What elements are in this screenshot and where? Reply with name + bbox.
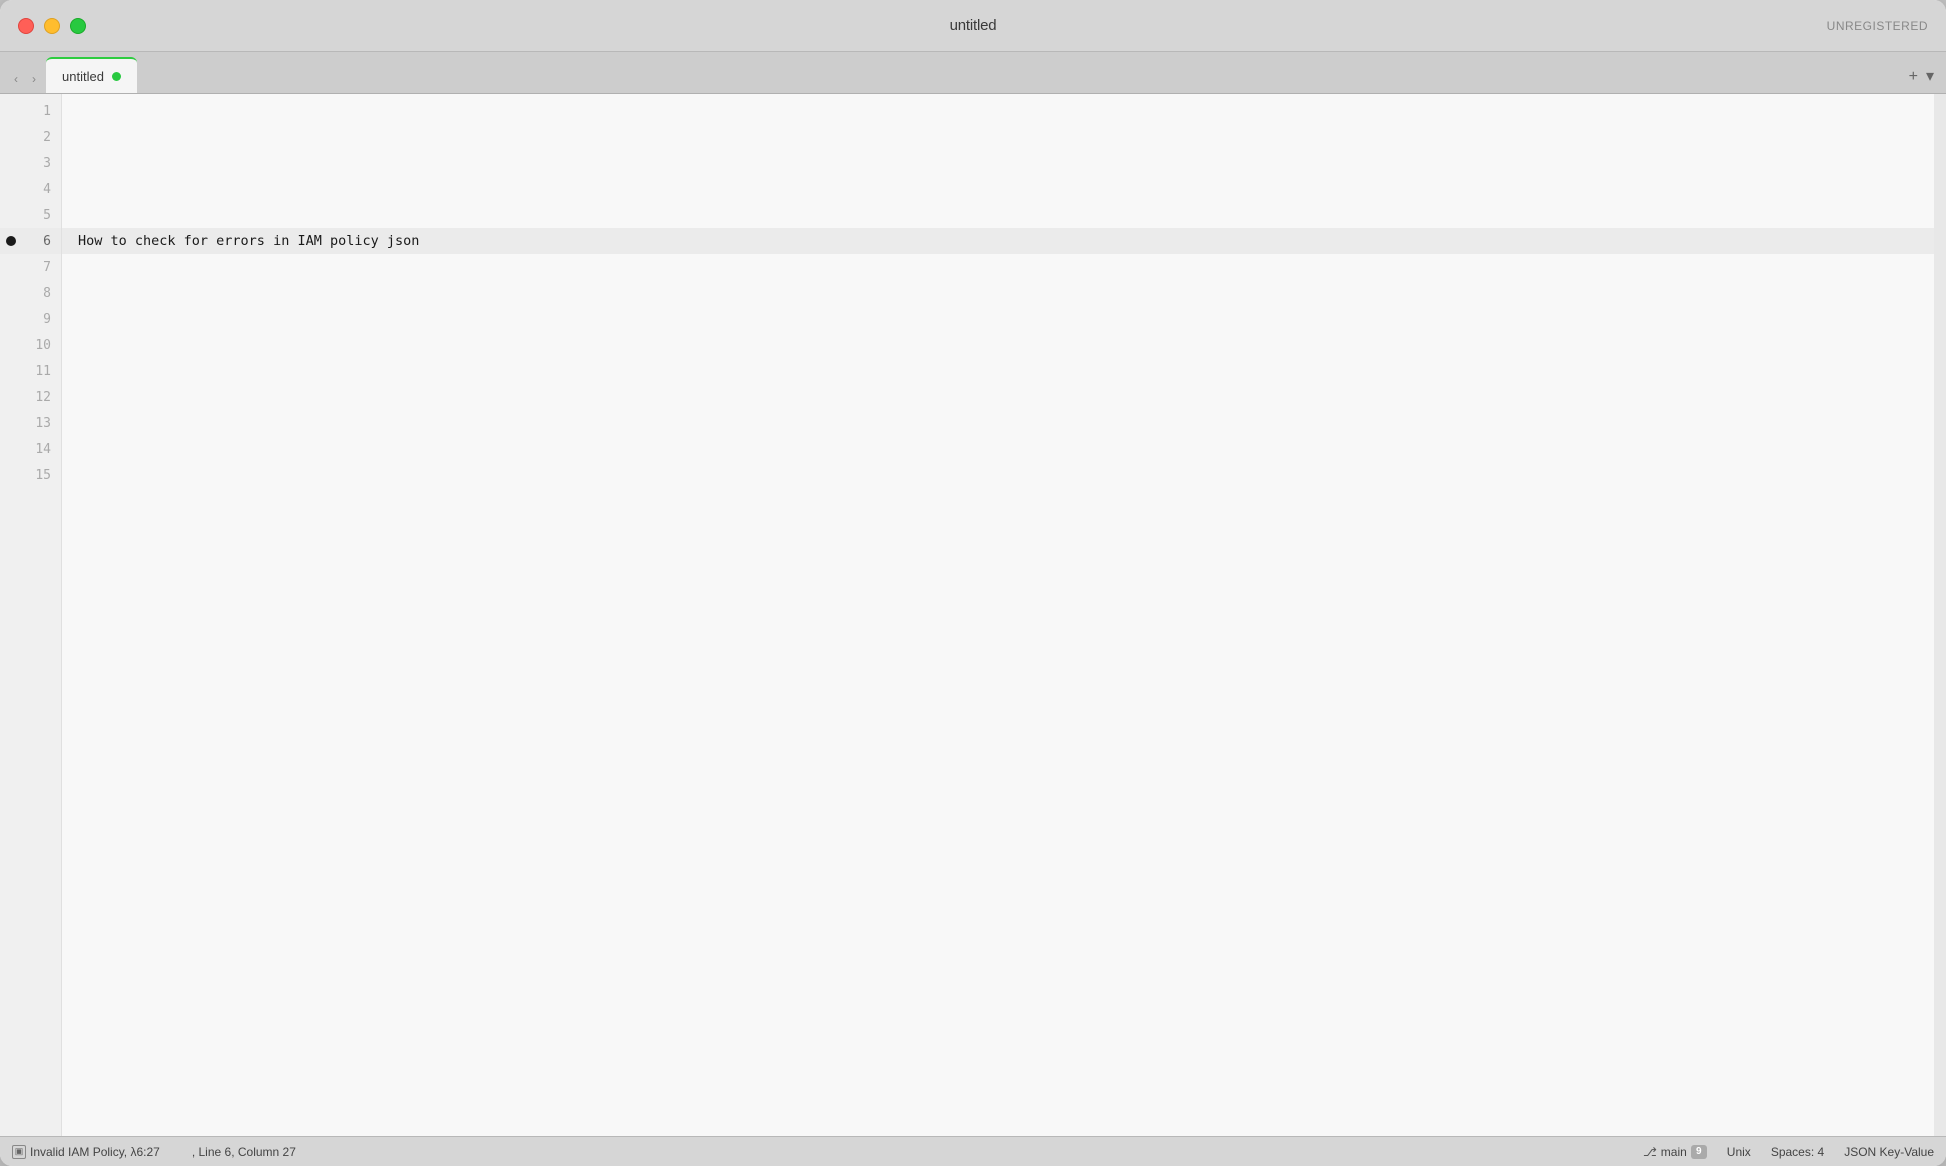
line-number-8: 8 bbox=[0, 286, 61, 301]
code-line-14[interactable] bbox=[62, 436, 1934, 462]
gutter-row-15: 15 bbox=[0, 462, 61, 488]
line-number-2: 2 bbox=[0, 130, 61, 145]
gutter-row-4: 4 bbox=[0, 176, 61, 202]
code-line-9[interactable] bbox=[62, 306, 1934, 332]
line-number-15: 15 bbox=[0, 468, 61, 483]
tab-label: untitled bbox=[62, 69, 104, 84]
code-line-15[interactable] bbox=[62, 462, 1934, 488]
error-icon: ▣ bbox=[12, 1145, 26, 1159]
tab-nav-arrows: ‹ › bbox=[8, 71, 42, 87]
title-bar: untitled UNREGISTERED bbox=[0, 0, 1946, 52]
minimize-button[interactable] bbox=[44, 18, 60, 34]
gutter-row-3: 3 bbox=[0, 150, 61, 176]
line-number-7: 7 bbox=[0, 260, 61, 275]
code-line-12[interactable] bbox=[62, 384, 1934, 410]
gutter-row-6: 6 bbox=[0, 228, 61, 254]
tab-dropdown-button[interactable]: ▾ bbox=[1926, 69, 1934, 85]
code-editor[interactable]: How to check for errors in IAM policy js… bbox=[62, 94, 1934, 1136]
branch-icon: ⎇ bbox=[1643, 1145, 1657, 1159]
gutter-row-14: 14 bbox=[0, 436, 61, 462]
code-line-2[interactable] bbox=[62, 124, 1934, 150]
gutter-row-2: 2 bbox=[0, 124, 61, 150]
code-line-3[interactable] bbox=[62, 150, 1934, 176]
gutter-row-12: 12 bbox=[0, 384, 61, 410]
line-number-10: 10 bbox=[0, 338, 61, 353]
gutter-row-13: 13 bbox=[0, 410, 61, 436]
line-number-5: 5 bbox=[0, 208, 61, 223]
line-number-14: 14 bbox=[0, 442, 61, 457]
gutter-row-1: 1 bbox=[0, 98, 61, 124]
code-line-13[interactable] bbox=[62, 410, 1934, 436]
main-window: untitled UNREGISTERED ‹ › untitled + ▾ 1… bbox=[0, 0, 1946, 1166]
tab-next-arrow[interactable]: › bbox=[26, 71, 42, 87]
code-line-4[interactable] bbox=[62, 176, 1934, 202]
branch-count: 9 bbox=[1691, 1145, 1707, 1159]
line-number-3: 3 bbox=[0, 156, 61, 171]
scrollbar-track[interactable] bbox=[1934, 94, 1946, 1136]
gutter-row-7: 7 bbox=[0, 254, 61, 280]
tab-bar: ‹ › untitled + ▾ bbox=[0, 52, 1946, 94]
unregistered-label: UNREGISTERED bbox=[1827, 19, 1928, 33]
status-right: ⎇ main 9 Unix Spaces: 4 JSON Key-Value bbox=[1643, 1145, 1934, 1159]
line-number-13: 13 bbox=[0, 416, 61, 431]
branch-label: main bbox=[1661, 1145, 1687, 1159]
line-number-11: 11 bbox=[0, 364, 61, 379]
gutter-row-10: 10 bbox=[0, 332, 61, 358]
status-error[interactable]: ▣ Invalid IAM Policy, λ6:27 bbox=[12, 1145, 160, 1159]
tab-untitled[interactable]: untitled bbox=[46, 57, 137, 93]
status-line-endings[interactable]: Unix bbox=[1727, 1145, 1751, 1159]
gutter-row-8: 8 bbox=[0, 280, 61, 306]
code-line-11[interactable] bbox=[62, 358, 1934, 384]
code-line-10[interactable] bbox=[62, 332, 1934, 358]
status-indentation[interactable]: Spaces: 4 bbox=[1771, 1145, 1824, 1159]
gutter-row-5: 5 bbox=[0, 202, 61, 228]
code-line-5[interactable] bbox=[62, 202, 1934, 228]
code-line-8[interactable] bbox=[62, 280, 1934, 306]
code-line-1[interactable] bbox=[62, 98, 1934, 124]
line-gutter: 123456789101112131415 bbox=[0, 94, 62, 1136]
line-number-4: 4 bbox=[0, 182, 61, 197]
line-number-1: 1 bbox=[0, 104, 61, 119]
error-label: Invalid IAM Policy, λ6:27 bbox=[30, 1145, 160, 1159]
maximize-button[interactable] bbox=[70, 18, 86, 34]
editor-area: 123456789101112131415 How to check for e… bbox=[0, 94, 1946, 1136]
window-title: untitled bbox=[950, 17, 997, 34]
close-button[interactable] bbox=[18, 18, 34, 34]
traffic-lights bbox=[18, 18, 86, 34]
indentation-label: Spaces: 4 bbox=[1771, 1145, 1824, 1159]
line-endings-label: Unix bbox=[1727, 1145, 1751, 1159]
gutter-row-11: 11 bbox=[0, 358, 61, 384]
bookmark-dot-6 bbox=[6, 236, 16, 246]
code-line-6[interactable]: How to check for errors in IAM policy js… bbox=[62, 228, 1934, 254]
tab-modified-dot bbox=[112, 72, 121, 81]
position-label: , Line 6, Column 27 bbox=[192, 1145, 296, 1159]
branch-badge[interactable]: ⎇ main 9 bbox=[1643, 1145, 1707, 1159]
tab-prev-arrow[interactable]: ‹ bbox=[8, 71, 24, 87]
gutter-row-9: 9 bbox=[0, 306, 61, 332]
status-position: , Line 6, Column 27 bbox=[192, 1145, 296, 1159]
tab-bar-actions: + ▾ bbox=[1909, 69, 1934, 85]
add-tab-button[interactable]: + bbox=[1909, 69, 1918, 85]
status-syntax[interactable]: JSON Key-Value bbox=[1844, 1145, 1934, 1159]
line-number-9: 9 bbox=[0, 312, 61, 327]
code-line-7[interactable] bbox=[62, 254, 1934, 280]
line-number-12: 12 bbox=[0, 390, 61, 405]
status-bar: ▣ Invalid IAM Policy, λ6:27 , Line 6, Co… bbox=[0, 1136, 1946, 1166]
syntax-label: JSON Key-Value bbox=[1844, 1145, 1934, 1159]
